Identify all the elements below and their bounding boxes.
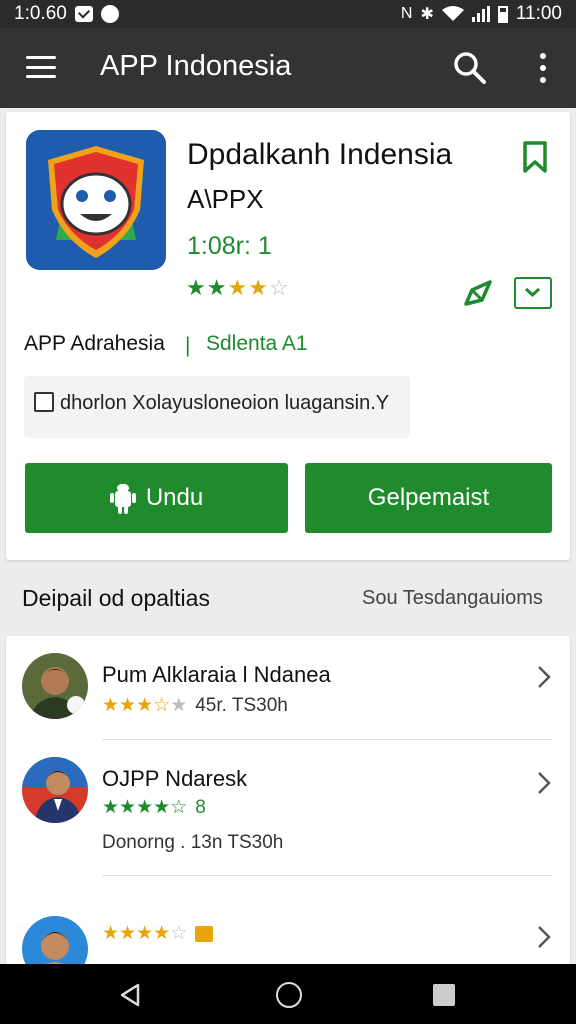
expand-icon[interactable] — [514, 277, 552, 309]
list-item[interactable]: Pum Alklaraia l Ndanea ★ ★ ★ ☆ ★ 45r. TS… — [6, 636, 570, 740]
avatar — [22, 653, 88, 719]
star-icon: ★ — [119, 797, 137, 818]
chevron-right-icon[interactable] — [536, 664, 552, 690]
chevron-right-icon[interactable] — [536, 924, 552, 950]
star-icon: ★ — [102, 923, 120, 944]
checkbox-notification-icon — [74, 6, 93, 22]
status-time-right: 11:00 — [515, 3, 562, 24]
star-empty-icon: ☆ — [170, 923, 188, 944]
chevron-right-icon[interactable] — [536, 770, 552, 796]
settings-notification-icon — [100, 5, 119, 23]
status-bar: 1:0.60 N ✱ 11:00 — [0, 0, 576, 28]
star-empty-icon: ☆ — [268, 275, 289, 300]
screen: 1:0.60 N ✱ 11:00 APP Indonesia Dpdalkanh… — [0, 0, 576, 1024]
install-button[interactable]: Undu — [25, 463, 288, 533]
star-icon: ★ — [153, 797, 171, 818]
battery-icon — [497, 5, 508, 23]
share-icon[interactable] — [462, 278, 494, 308]
review-stars: ★ ★ ★ ★ ☆ 8 — [102, 798, 206, 817]
star-icon: ★ — [227, 275, 248, 300]
star-icon: ★ — [186, 275, 206, 300]
nfc-icon: N — [400, 5, 413, 22]
language-option-label: dhorlon Xolayusloneoion luagansin.Y — [60, 392, 390, 414]
star-icon: ★ — [206, 275, 227, 300]
meta-divider: | — [185, 334, 191, 357]
review-author: OJPP Ndaresk — [102, 766, 248, 791]
status-time-left: 1:0.60 — [14, 3, 67, 24]
star-icon: ★ — [153, 923, 171, 944]
wifi-icon — [441, 6, 464, 21]
review-stars: ★ ★ ★ ★ ☆ — [102, 923, 214, 944]
star-icon: ★ — [136, 695, 154, 716]
navigation-bar — [0, 964, 576, 1024]
review-stars: ★ ★ ★ ☆ ★ 45r. TS30h — [102, 696, 288, 715]
star-half-icon: ☆ — [170, 797, 188, 818]
star-half-icon: ★ — [248, 275, 268, 300]
app-name: Dpdalkanh Indensia — [187, 138, 453, 171]
more-vert-icon[interactable] — [538, 53, 548, 83]
signal-icon — [471, 6, 490, 22]
star-icon: ★ — [119, 923, 137, 944]
secondary-button-label: Gelpemaist — [367, 484, 490, 511]
list-item[interactable]: OJPP Ndaresk ★ ★ ★ ★ ☆ 8 Donorng . 13n T… — [6, 740, 570, 876]
app-bar-title: APP Indonesia — [100, 50, 292, 82]
back-icon[interactable] — [118, 982, 142, 1008]
home-icon[interactable] — [276, 982, 302, 1008]
review-author: Pum Alklaraia l Ndanea — [102, 662, 331, 687]
list-item[interactable]: ★ ★ ★ ★ ☆ — [6, 876, 570, 976]
bluetooth-icon: ✱ — [420, 6, 434, 23]
star-icon: ★ — [136, 923, 154, 944]
app-publisher[interactable]: APP Adrahesia — [24, 332, 165, 356]
language-option[interactable]: dhorlon Xolayusloneoion luagansin.Y — [24, 376, 410, 438]
star-icon: ★ — [119, 695, 137, 716]
star-icon: ★ — [102, 797, 120, 818]
android-icon — [109, 484, 136, 514]
bookmark-icon[interactable] — [521, 140, 549, 174]
avatar — [22, 757, 88, 823]
chevron-down-icon — [524, 287, 541, 298]
app-bar: APP Indonesia — [0, 28, 576, 108]
status-right: N ✱ 11:00 — [401, 3, 562, 25]
app-version: 1:08r: 1 — [187, 232, 272, 260]
language-checkbox[interactable] — [34, 392, 54, 412]
menu-icon[interactable] — [26, 56, 56, 78]
star-icon: ★ — [102, 695, 120, 716]
review-meta: 45r. TS30h — [195, 695, 288, 716]
app-rating-stars: ★ ★ ★ ★ ☆ — [186, 277, 289, 299]
status-left: 1:0.60 — [14, 3, 119, 25]
app-developer[interactable]: A\PPX — [187, 184, 264, 215]
shield-mascot-icon — [26, 130, 166, 270]
badge-icon — [195, 925, 214, 942]
section-action-link[interactable]: Sou Tesdangauioms — [362, 587, 543, 610]
app-logo — [26, 130, 166, 270]
review-meta: 8 — [195, 797, 206, 818]
star-half-icon: ☆ — [153, 695, 171, 716]
section-title: Deipail od opaltias — [22, 585, 210, 611]
review-subtext: Donorng . 13n TS30h — [102, 832, 284, 853]
secondary-button[interactable]: Gelpemaist — [305, 463, 552, 533]
star-icon: ★ — [136, 797, 154, 818]
star-empty-icon: ★ — [170, 695, 188, 716]
app-category[interactable]: Sdlenta A1 — [206, 332, 308, 356]
install-button-label: Undu — [145, 484, 204, 511]
reviews-list: Pum Alklaraia l Ndanea ★ ★ ★ ☆ ★ 45r. TS… — [6, 636, 570, 976]
app-details-card: Dpdalkanh Indensia A\PPX 1:08r: 1 ★ ★ ★ … — [6, 112, 570, 560]
search-icon[interactable] — [452, 50, 488, 86]
recent-apps-icon[interactable] — [433, 984, 455, 1006]
